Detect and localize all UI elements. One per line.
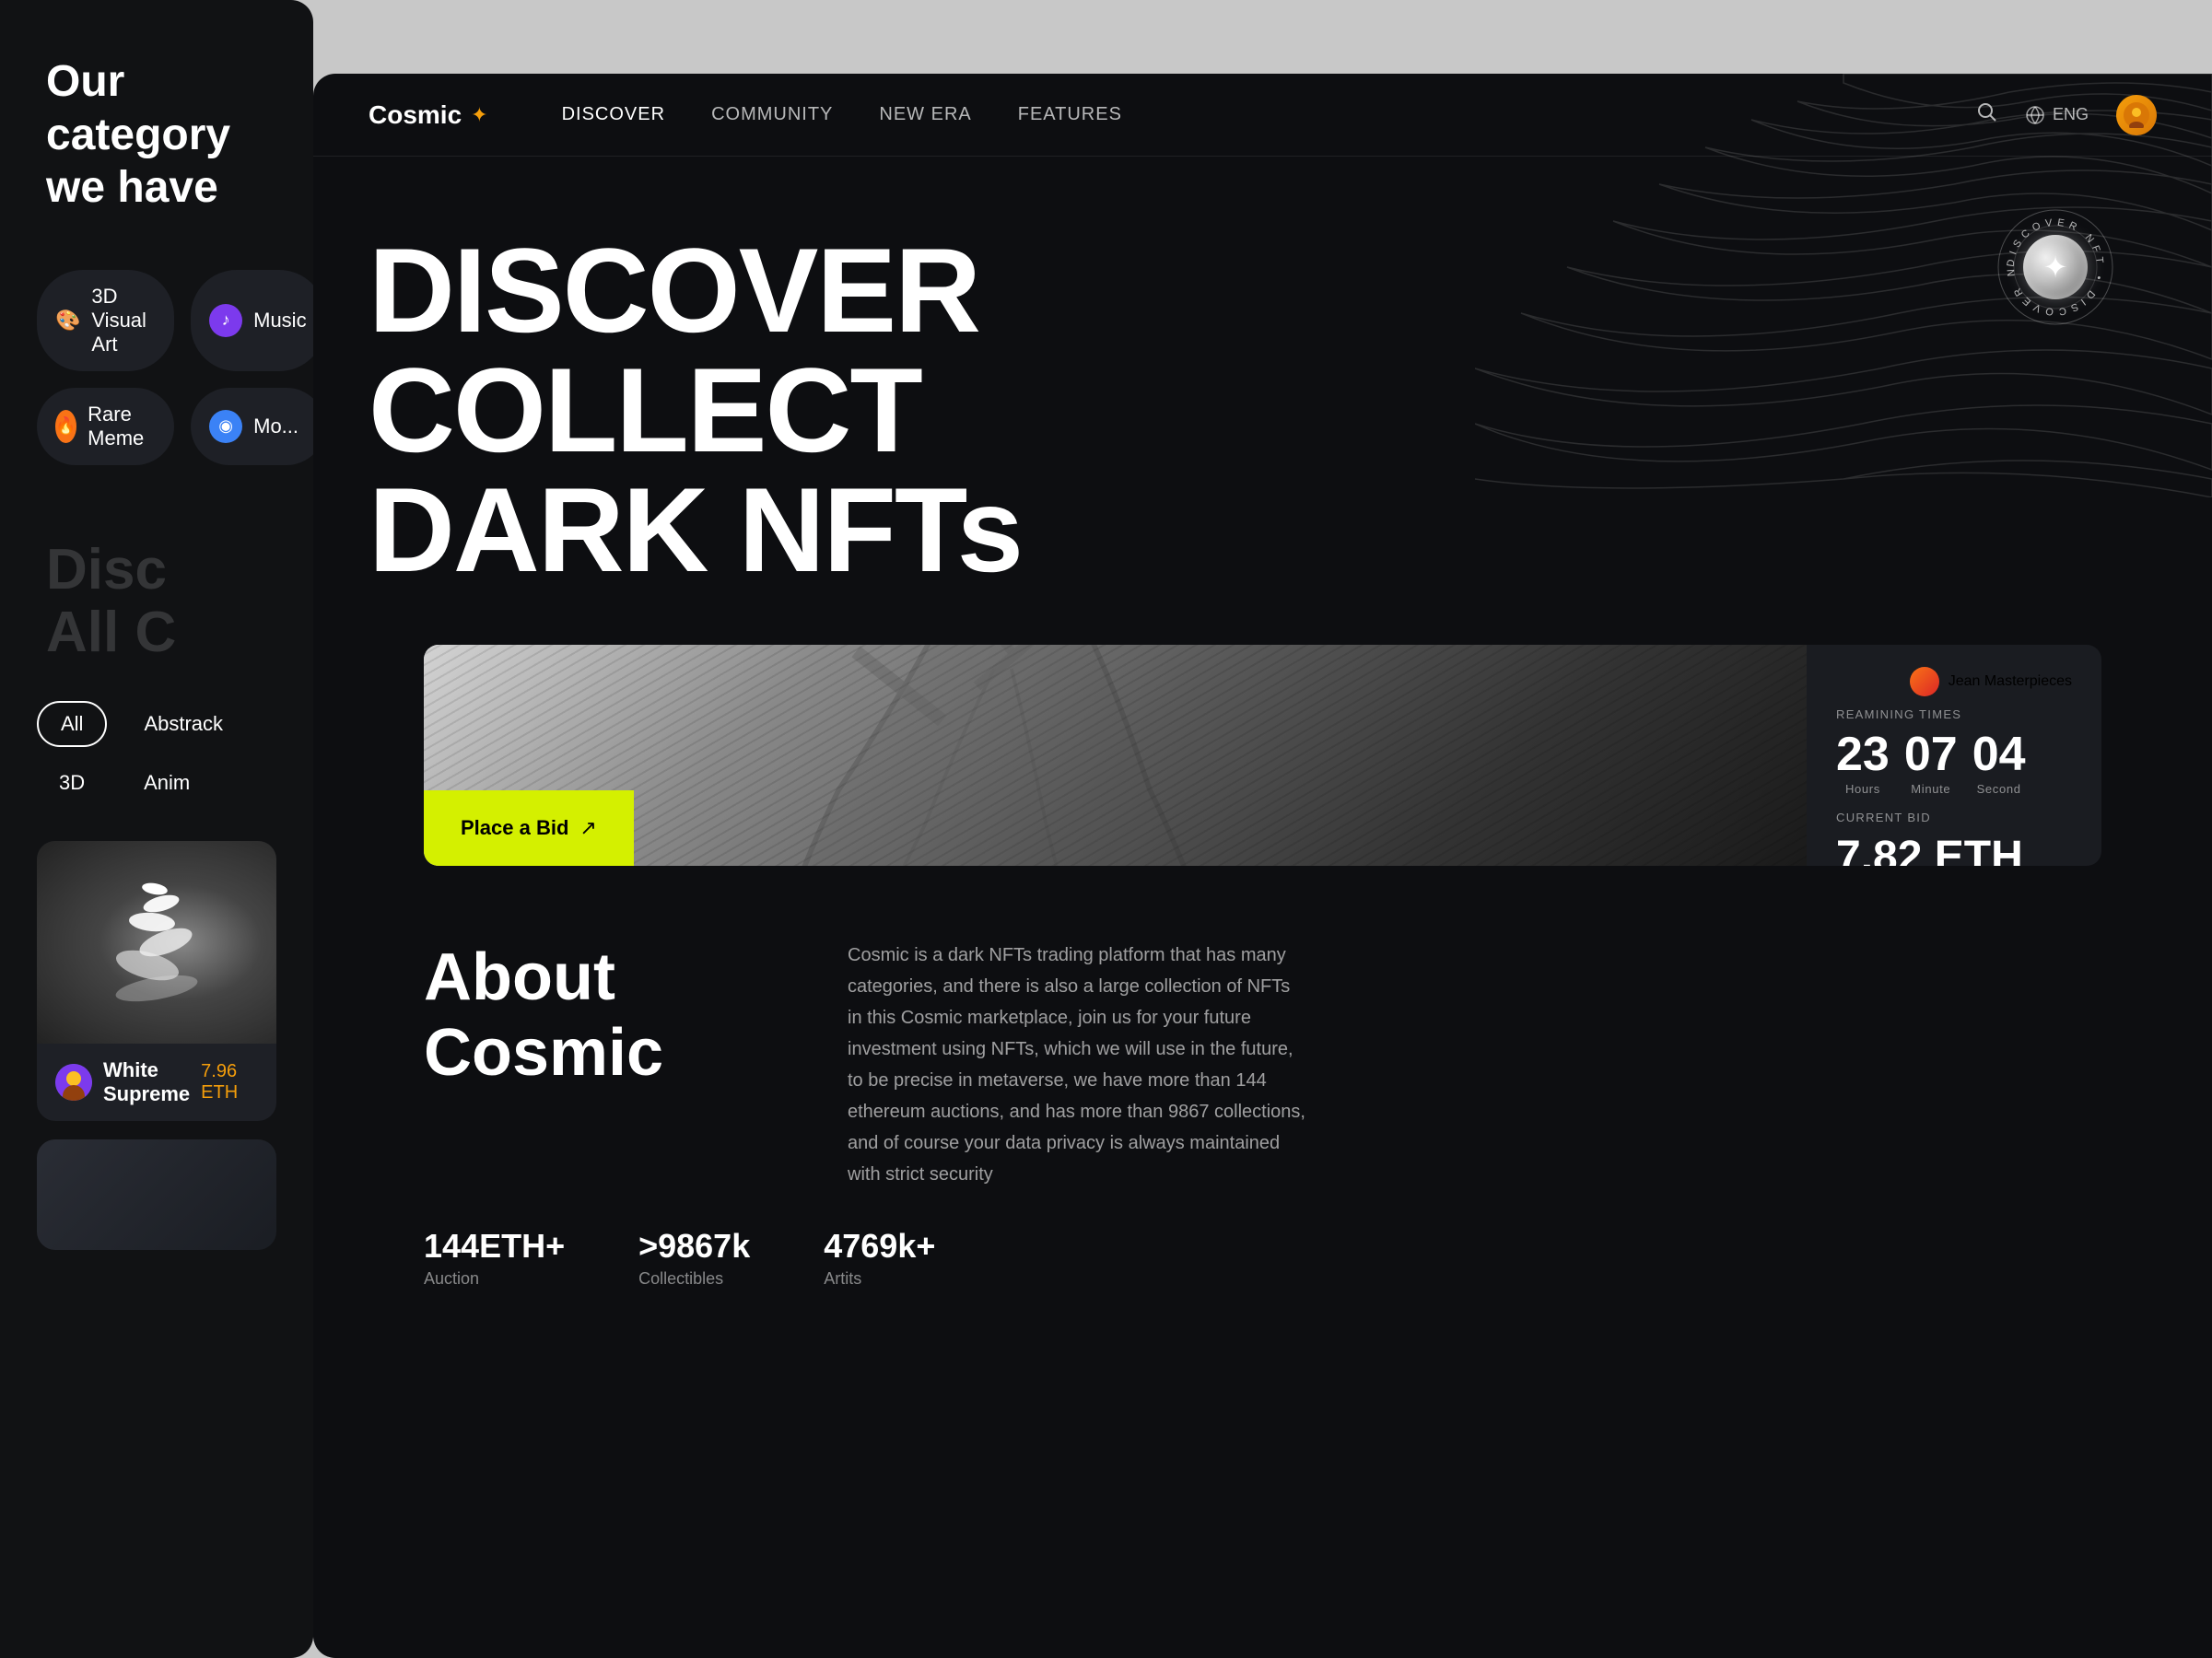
hours-label: Hours <box>1836 782 1890 796</box>
nft-card-2[interactable] <box>37 1139 276 1250</box>
search-button[interactable] <box>1975 100 1997 129</box>
hours-item: 23 Hours <box>1836 730 1890 796</box>
hero-title-line2: DARK NFTs <box>369 462 1022 597</box>
avatar-svg <box>55 1064 92 1101</box>
logo-star-icon: ✦ <box>471 103 487 127</box>
tab-abstrack[interactable]: Abstrack <box>122 703 245 745</box>
seconds-item: 04 Second <box>1972 730 2026 796</box>
category-music[interactable]: ♪ Music <box>191 270 313 371</box>
category-label: 3D Visual Art <box>91 285 156 356</box>
minutes-label: Minute <box>1904 782 1958 796</box>
about-description: Cosmic is a dark NFTs trading platform t… <box>848 940 1308 1190</box>
filter-tabs-row: All Abstrack 3D Anim <box>0 683 313 823</box>
stat-collectibles-value: >9867k <box>638 1227 750 1266</box>
remaining-times-label: REAMINING TIMES <box>1836 707 2072 721</box>
auction-card: Place a Bid ↗ Jean Masterpieces REAMININ… <box>424 645 2101 866</box>
nav-discover[interactable]: DISCOVER <box>562 104 665 125</box>
navbar: Cosmic ✦ DISCOVER COMMUNITY NEW ERA FEAT… <box>313 74 2212 157</box>
category-label: Mo... <box>253 414 298 438</box>
stat-collectibles-label: Collectibles <box>638 1269 750 1289</box>
subtitle-line2: All C <box>46 601 267 664</box>
logo[interactable]: Cosmic ✦ <box>369 100 488 130</box>
place-bid-label: Place a Bid <box>461 816 568 840</box>
user-avatar-img <box>2124 102 2149 128</box>
nav-actions: ENG <box>1975 95 2157 135</box>
category-grid: 🎨 3D Visual Art ♪ Music 🔥 Rare Meme ◉ Mo… <box>0 251 313 484</box>
music-icon: ♪ <box>209 304 242 337</box>
tab-anim[interactable]: Anim <box>122 762 212 804</box>
category-label: Rare Meme <box>88 403 156 450</box>
nav-new-era[interactable]: NEW ERA <box>879 104 971 125</box>
art-icon: 🎨 <box>55 309 80 333</box>
bid-arrow-icon: ↗ <box>579 816 596 840</box>
hours-value: 23 <box>1836 730 1890 778</box>
auction-image: Place a Bid ↗ <box>424 645 1807 866</box>
nft-artwork-svg <box>92 869 221 1016</box>
category-label: Music <box>253 309 306 333</box>
nft-card-2-image <box>37 1139 276 1250</box>
nav-community[interactable]: COMMUNITY <box>711 104 833 125</box>
current-bid-label: CURRENT BID <box>1836 811 2072 824</box>
creator-avatar <box>1910 667 1939 696</box>
nft-price: 7.96 ETH <box>201 1061 258 1103</box>
stat-artits-label: Artits <box>824 1269 935 1289</box>
nft-name: WhiteSupreme <box>103 1058 190 1106</box>
hero-section: DISCOVER COLLECT DARK NFTs DISCOVER NFT … <box>313 157 2212 1381</box>
category-section-title: Our category we have <box>0 0 313 251</box>
stats-row: 144ETH+ Auction >9867k Collectibles 4769… <box>369 1227 2157 1325</box>
stat-auction-label: Auction <box>424 1269 565 1289</box>
stat-auction: 144ETH+ Auction <box>424 1227 565 1289</box>
gem-center: ✦ <box>2023 235 2088 299</box>
about-title: About Cosmic <box>424 940 774 1091</box>
stat-auction-value: 144ETH+ <box>424 1227 565 1266</box>
nav-features[interactable]: FEATURES <box>1018 104 1122 125</box>
tab-all[interactable]: All <box>37 701 107 747</box>
countdown: 23 Hours 07 Minute 04 Second <box>1836 730 2072 796</box>
minutes-item: 07 Minute <box>1904 730 1958 796</box>
left-sidebar: Our category we have 🎨 3D Visual Art ♪ M… <box>0 0 313 1658</box>
nft-card-image-inner <box>37 841 276 1044</box>
meme-icon: 🔥 <box>55 410 76 443</box>
lang-label: ENG <box>2053 105 2089 124</box>
user-avatar[interactable] <box>2116 95 2157 135</box>
category-rare-meme[interactable]: 🔥 Rare Meme <box>37 388 174 465</box>
seconds-value: 04 <box>1972 730 2026 778</box>
countdown-section: REAMINING TIMES 23 Hours 07 Minute 04 Se <box>1836 707 2072 811</box>
discover-subtitle: Disc All C <box>0 484 313 683</box>
hero-title: DISCOVER COLLECT DARK NFTs <box>369 230 1106 590</box>
avatar <box>55 1064 92 1101</box>
globe-icon <box>2025 105 2045 125</box>
auction-creator: Jean Masterpieces <box>1836 667 2072 696</box>
minutes-value: 07 <box>1904 730 1958 778</box>
place-bid-button[interactable]: Place a Bid ↗ <box>424 790 634 866</box>
search-icon <box>1975 100 1997 123</box>
main-content: Cosmic ✦ DISCOVER COMMUNITY NEW ERA FEAT… <box>313 74 2212 1658</box>
seconds-label: Second <box>1972 782 2026 796</box>
tab-3d[interactable]: 3D <box>37 762 107 804</box>
language-button[interactable]: ENG <box>2025 105 2089 125</box>
category-3d-visual-art[interactable]: 🎨 3D Visual Art <box>37 270 174 371</box>
subtitle-line1: Disc <box>46 539 267 601</box>
nft-card-text: WhiteSupreme <box>103 1058 190 1106</box>
stat-artits-value: 4769k+ <box>824 1227 935 1266</box>
nft-card-image <box>37 841 276 1044</box>
hero-title-line1: DISCOVER COLLECT <box>369 223 979 477</box>
stat-collectibles: >9867k Collectibles <box>638 1227 750 1289</box>
nft-card-info: WhiteSupreme 7.96 ETH <box>37 1044 276 1121</box>
about-section: About Cosmic Cosmic is a dark NFTs tradi… <box>369 866 2157 1227</box>
logo-text: Cosmic <box>369 100 462 130</box>
discover-nft-badge: DISCOVER NFT • DISCOVER NFT • ✦ <box>1991 203 2120 332</box>
more-icon: ◉ <box>209 410 242 443</box>
nav-links: DISCOVER COMMUNITY NEW ERA FEATURES <box>562 104 1975 125</box>
auction-info-panel: Jean Masterpieces REAMINING TIMES 23 Hou… <box>1807 645 2101 866</box>
creator-name: Jean Masterpieces <box>1949 673 2072 690</box>
category-more[interactable]: ◉ Mo... <box>191 388 313 465</box>
bid-amount: 7.82 ETH <box>1836 832 2072 866</box>
gem-star-icon: ✦ <box>2043 250 2068 285</box>
stat-artits: 4769k+ Artits <box>824 1227 935 1289</box>
bid-section: CURRENT BID 7.82 ETH $7,960 <box>1836 811 2072 866</box>
nft-card-white-supreme[interactable]: WhiteSupreme 7.96 ETH <box>37 841 276 1121</box>
